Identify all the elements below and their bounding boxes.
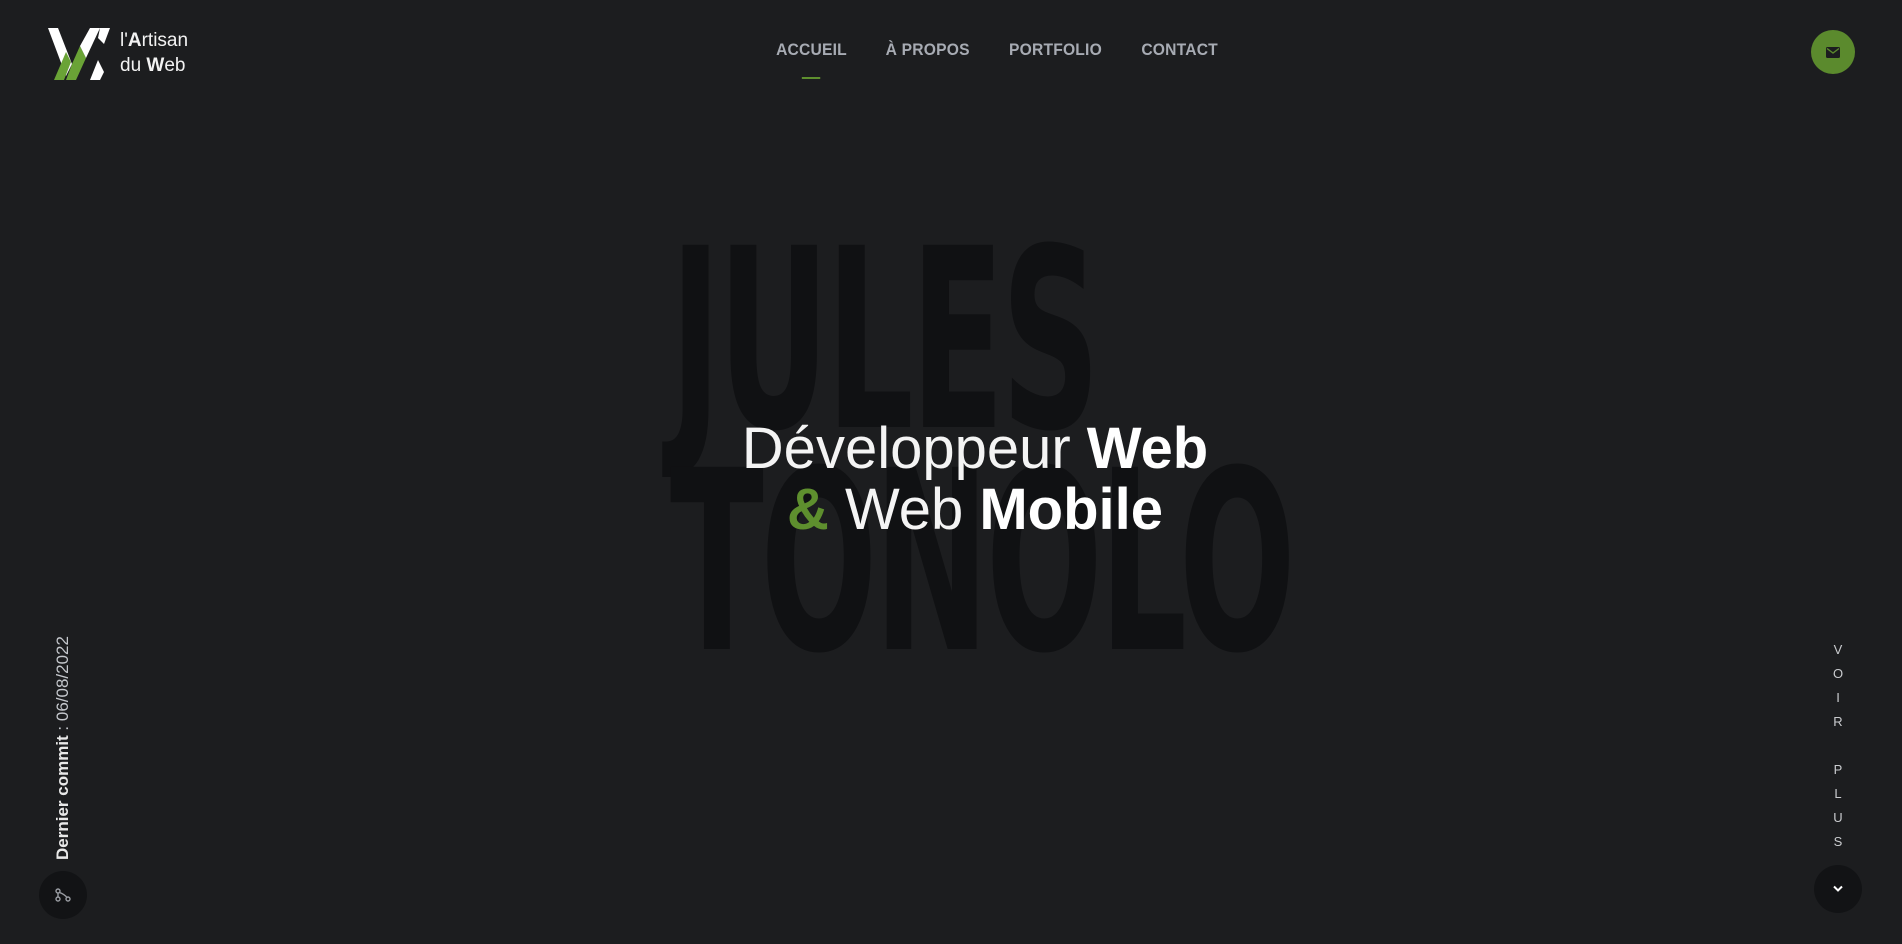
last-commit-info: Dernier commit : 06/08/2022: [53, 636, 72, 860]
mail-button[interactable]: [1811, 30, 1855, 74]
main-nav: ACCUEIL À PROPOS PORTFOLIO CONTACT: [0, 40, 1902, 79]
envelope-icon: [1826, 46, 1840, 58]
nav-a-propos[interactable]: À PROPOS: [885, 40, 969, 60]
commit-button[interactable]: [39, 871, 87, 919]
nav-contact[interactable]: CONTACT: [1141, 40, 1218, 60]
nav-portfolio[interactable]: PORTFOLIO: [1009, 40, 1102, 60]
git-commit-icon: [55, 888, 71, 902]
hero-title: Développeur Web & Web Mobile: [741, 416, 1209, 542]
last-commit-date: 06/08/2022: [53, 636, 72, 722]
scroll-down-button[interactable]: [1814, 865, 1862, 913]
chevron-down-icon: [1833, 885, 1843, 892]
last-commit-label: Dernier commit: [53, 735, 72, 860]
nav-accueil[interactable]: ACCUEIL: [776, 40, 847, 79]
scroll-hint: V O I R P L U S: [1832, 642, 1844, 849]
